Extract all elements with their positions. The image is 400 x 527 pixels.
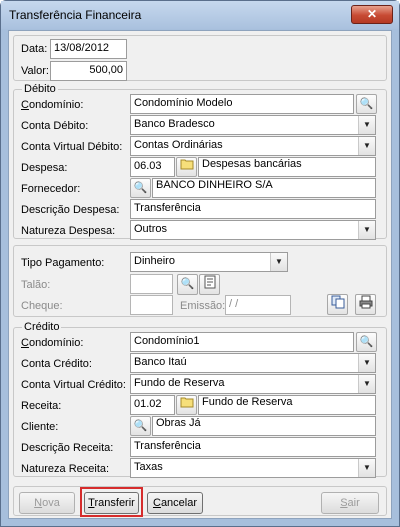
cheque-field[interactable] [130, 295, 173, 315]
data-field[interactable]: 13/08/2012 [50, 39, 127, 59]
descricao-despesa-label: Descrição Despesa: [21, 204, 120, 216]
natureza-receita-select[interactable]: Taxas ▼ [130, 458, 376, 478]
natureza-despesa-label: Natureza Despesa: [21, 225, 116, 237]
valor-label: Valor: [21, 65, 49, 77]
form-icon[interactable] [199, 274, 220, 295]
cancelar-button[interactable]: Cancelar [147, 492, 203, 514]
chevron-down-icon[interactable]: ▼ [358, 354, 375, 372]
descricao-receita-field[interactable]: Transferência [130, 437, 376, 457]
highlight-box [80, 487, 143, 517]
chevron-down-icon[interactable]: ▼ [358, 137, 375, 155]
chevron-down-icon[interactable]: ▼ [358, 459, 375, 477]
binoculars-icon[interactable]: 🔍 [356, 332, 377, 352]
conta-virtual-credito-select[interactable]: Fundo de Reserva ▼ [130, 374, 376, 394]
cheque-label: Cheque: [21, 300, 63, 312]
printer-icon[interactable] [355, 294, 376, 315]
chevron-down-icon[interactable]: ▼ [270, 253, 287, 271]
natureza-receita-label: Natureza Receita: [21, 463, 110, 475]
valor-field[interactable]: 500,00 [50, 61, 127, 81]
binoculars-icon[interactable]: 🔍 [130, 178, 151, 198]
emissao-field[interactable]: / / [225, 295, 291, 315]
credito-condominio-label: Condomínio: [21, 337, 84, 349]
close-button[interactable]: ✕ [351, 5, 393, 24]
form-area: Data: 13/08/2012 Valor: 500,00 Débito Co… [8, 30, 392, 519]
receita-code-field[interactable]: 01.02 [130, 395, 175, 415]
descricao-despesa-field[interactable]: Transferência [130, 199, 376, 219]
conta-virtual-debito-value: Contas Ordinárias [134, 139, 223, 151]
emissao-label: Emissão: [180, 300, 226, 312]
window-title: Transferência Financeira [9, 8, 142, 22]
natureza-receita-value: Taxas [134, 461, 163, 473]
cliente-field[interactable]: Obras Já [152, 416, 376, 436]
receita-field[interactable]: Fundo de Reserva [198, 395, 376, 415]
conta-virtual-credito-value: Fundo de Reserva [134, 377, 225, 389]
talao-label: Talão: [21, 279, 51, 291]
nova-button[interactable]: Nova [19, 492, 75, 514]
conta-virtual-debito-label: Conta Virtual Débito: [21, 141, 123, 153]
tipo-pagamento-label: Tipo Pagamento: [21, 257, 105, 269]
chevron-down-icon[interactable]: ▼ [358, 221, 375, 239]
fornecedor-label: Fornecedor: [21, 183, 81, 195]
folder-icon[interactable] [176, 157, 197, 177]
debito-group-title: Débito [22, 83, 58, 95]
conta-debito-select[interactable]: Banco Bradesco ▼ [130, 115, 376, 135]
despesa-label: Despesa: [21, 162, 68, 174]
talao-field[interactable] [130, 274, 173, 294]
title-bar: Transferência Financeira ✕ [1, 1, 399, 29]
tipo-pagamento-value: Dinheiro [134, 255, 175, 267]
binoculars-icon[interactable]: 🔍 [177, 274, 198, 295]
descricao-receita-label: Descrição Receita: [21, 442, 114, 454]
despesa-field[interactable]: Despesas bancárias [198, 157, 376, 177]
receita-label: Receita: [21, 400, 62, 412]
natureza-despesa-value: Outros [134, 223, 168, 235]
conta-debito-label: Conta Débito: [21, 120, 89, 132]
debito-condominio-label: Condomínio: [21, 99, 84, 111]
chevron-down-icon[interactable]: ▼ [358, 375, 375, 393]
conta-virtual-debito-select[interactable]: Contas Ordinárias ▼ [130, 136, 376, 156]
conta-virtual-credito-label: Conta Virtual Crédito: [21, 379, 126, 391]
conta-credito-label: Conta Crédito: [21, 358, 92, 370]
despesa-code-field[interactable]: 06.03 [130, 157, 175, 177]
copy-icon[interactable] [327, 294, 348, 315]
credito-group-title: Crédito [22, 321, 62, 333]
tipo-pagamento-select[interactable]: Dinheiro ▼ [130, 252, 288, 272]
debito-condominio-field[interactable]: Condomínio Modelo [130, 94, 354, 114]
conta-debito-value: Banco Bradesco [134, 118, 215, 130]
cliente-label: Cliente: [21, 421, 59, 433]
sair-button[interactable]: Sair [321, 492, 379, 514]
transfer-window: Transferência Financeira ✕ Data: 13/08/2… [0, 0, 400, 527]
credito-condominio-field[interactable]: Condomínio1 [130, 332, 354, 352]
binoculars-icon[interactable]: 🔍 [356, 94, 377, 114]
data-label: Data: [21, 43, 48, 55]
conta-credito-value: Banco Itaú [134, 356, 187, 368]
folder-icon[interactable] [176, 395, 197, 415]
binoculars-icon[interactable]: 🔍 [130, 416, 151, 436]
conta-credito-select[interactable]: Banco Itaú ▼ [130, 353, 376, 373]
natureza-despesa-select[interactable]: Outros ▼ [130, 220, 376, 240]
fornecedor-field[interactable]: BANCO DINHEIRO S/A [152, 178, 376, 198]
chevron-down-icon[interactable]: ▼ [358, 116, 375, 134]
